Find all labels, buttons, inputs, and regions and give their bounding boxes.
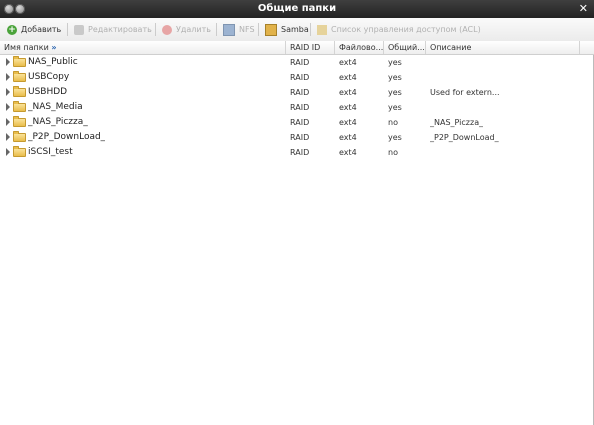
expand-arrow-icon[interactable] bbox=[6, 133, 10, 141]
public-cell: no bbox=[388, 148, 398, 157]
column-header-name-label: Имя папки bbox=[4, 43, 49, 52]
expand-arrow-icon[interactable] bbox=[6, 88, 10, 96]
delete-label: Удалить bbox=[176, 25, 211, 34]
table-row[interactable]: NAS_Public RAID ext4 yes bbox=[0, 55, 594, 70]
toolbar: + Добавить Редактировать Удалить NFS Sam… bbox=[0, 18, 594, 42]
window-title: Общие папки bbox=[257, 3, 337, 14]
fs-cell: ext4 bbox=[339, 73, 357, 82]
folder-icon bbox=[13, 131, 26, 142]
nfs-button[interactable]: NFS bbox=[223, 18, 255, 41]
folder-icon bbox=[13, 116, 26, 127]
expand-arrow-icon[interactable] bbox=[6, 58, 10, 66]
desc-cell: _NAS_Piczza_ bbox=[430, 118, 484, 127]
column-header-desc[interactable]: Описание bbox=[426, 41, 580, 54]
nfs-icon bbox=[223, 23, 235, 36]
delete-button[interactable]: Удалить bbox=[162, 18, 211, 41]
raid-cell: RAID bbox=[290, 88, 310, 97]
folder-name: _P2P_DownLoad_ bbox=[28, 132, 106, 142]
column-header-name[interactable]: Имя папки » bbox=[0, 41, 286, 54]
table-row[interactable]: USBCopy RAID ext4 yes bbox=[0, 70, 594, 85]
samba-icon bbox=[265, 23, 277, 36]
raid-cell: RAID bbox=[290, 133, 310, 142]
acl-button[interactable]: Список управления доступом (ACL) bbox=[317, 18, 481, 41]
public-cell: no bbox=[388, 118, 398, 127]
raid-cell: RAID bbox=[290, 73, 310, 82]
nfs-label: NFS bbox=[239, 25, 255, 34]
fs-cell: ext4 bbox=[339, 88, 357, 97]
table-row[interactable]: _NAS_Media RAID ext4 yes bbox=[0, 100, 594, 115]
column-header-fs[interactable]: Файлово... bbox=[335, 41, 384, 54]
expand-arrow-icon[interactable] bbox=[6, 118, 10, 126]
column-header-spacer bbox=[580, 41, 594, 54]
add-button[interactable]: + Добавить bbox=[7, 18, 61, 41]
raid-cell: RAID bbox=[290, 148, 310, 157]
table-row[interactable]: iSCSI_test RAID ext4 no bbox=[0, 145, 594, 160]
add-icon: + bbox=[7, 24, 17, 35]
samba-label: Samba bbox=[281, 25, 309, 34]
fs-cell: ext4 bbox=[339, 118, 357, 127]
fs-cell: ext4 bbox=[339, 133, 357, 142]
folder-icon bbox=[13, 86, 26, 97]
acl-icon bbox=[317, 24, 327, 35]
folder-name: NAS_Public bbox=[28, 57, 78, 67]
edit-button[interactable]: Редактировать bbox=[74, 18, 152, 41]
expand-columns-icon[interactable]: » bbox=[51, 43, 56, 52]
close-button[interactable]: ✕ bbox=[579, 2, 588, 15]
column-header-public[interactable]: Общий... bbox=[384, 41, 426, 54]
folder-icon bbox=[13, 71, 26, 82]
expand-arrow-icon[interactable] bbox=[6, 103, 10, 111]
public-cell: yes bbox=[388, 133, 402, 142]
fs-cell: ext4 bbox=[339, 103, 357, 112]
toolbar-separator bbox=[67, 23, 68, 36]
shared-folders-window: Общие папки ✕ + Добавить Редактировать У… bbox=[0, 0, 594, 425]
folder-name: USBCopy bbox=[28, 72, 70, 82]
public-cell: yes bbox=[388, 73, 402, 82]
fs-cell: ext4 bbox=[339, 58, 357, 67]
raid-cell: RAID bbox=[290, 103, 310, 112]
table-row[interactable]: _P2P_DownLoad_ RAID ext4 yes _P2P_DownLo… bbox=[0, 130, 594, 145]
grid-header: Имя папки » RAID ID Файлово... Общий... … bbox=[0, 41, 594, 55]
desc-cell: _P2P_DownLoad_ bbox=[430, 133, 499, 142]
edit-icon bbox=[74, 24, 84, 35]
expand-arrow-icon[interactable] bbox=[6, 73, 10, 81]
folder-name: _NAS_Piczza_ bbox=[28, 117, 88, 127]
fs-cell: ext4 bbox=[339, 148, 357, 157]
raid-cell: RAID bbox=[290, 58, 310, 67]
toolbar-separator bbox=[216, 23, 217, 36]
folder-name: iSCSI_test bbox=[28, 147, 73, 157]
table-row[interactable]: USBHDD RAID ext4 yes Used for extern... bbox=[0, 85, 594, 100]
folder-name: USBHDD bbox=[28, 87, 68, 97]
toolbar-separator bbox=[310, 23, 311, 36]
title-bar[interactable]: Общие папки ✕ bbox=[0, 0, 594, 18]
public-cell: yes bbox=[388, 103, 402, 112]
folder-name: _NAS_Media bbox=[28, 102, 83, 112]
delete-icon bbox=[162, 24, 172, 35]
expand-arrow-icon[interactable] bbox=[6, 148, 10, 156]
desc-cell: Used for extern... bbox=[430, 88, 500, 97]
add-label: Добавить bbox=[21, 25, 62, 34]
folder-icon bbox=[13, 146, 26, 157]
folder-icon bbox=[13, 56, 26, 67]
public-cell: yes bbox=[388, 88, 402, 97]
column-header-raid[interactable]: RAID ID bbox=[286, 41, 335, 54]
public-cell: yes bbox=[388, 58, 402, 67]
table-row[interactable]: _NAS_Piczza_ RAID ext4 no _NAS_Piczza_ bbox=[0, 115, 594, 130]
toolbar-separator bbox=[155, 23, 156, 36]
edit-label: Редактировать bbox=[88, 25, 152, 34]
samba-button[interactable]: Samba bbox=[265, 18, 309, 41]
raid-cell: RAID bbox=[290, 118, 310, 127]
folder-icon bbox=[13, 101, 26, 112]
toolbar-separator bbox=[258, 23, 259, 36]
acl-label: Список управления доступом (ACL) bbox=[331, 25, 481, 34]
